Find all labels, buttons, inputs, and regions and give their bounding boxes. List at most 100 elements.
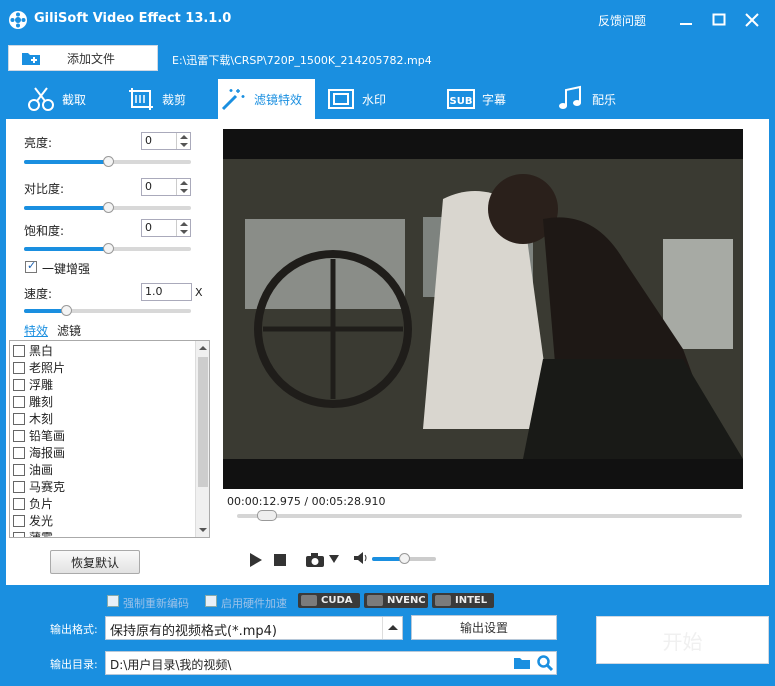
- reencode-checkbox[interactable]: [107, 595, 119, 607]
- hw-accel-checkbox[interactable]: [205, 595, 217, 607]
- effect-label: 发光: [29, 514, 54, 528]
- saturation-value: 0: [145, 221, 152, 234]
- effect-checkbox[interactable]: [13, 395, 25, 408]
- scroll-up-icon[interactable]: [199, 346, 207, 350]
- tab-filter-effects-label: 滤镜特效: [254, 92, 303, 107]
- tab-trim[interactable]: 截取: [26, 79, 116, 119]
- brightness-label: 亮度:: [24, 136, 53, 150]
- speed-slider[interactable]: [24, 305, 191, 316]
- close-icon[interactable]: [742, 10, 762, 30]
- effect-checkbox[interactable]: [13, 514, 25, 527]
- effect-checkbox[interactable]: [13, 497, 25, 510]
- effect-item[interactable]: 木刻: [13, 410, 53, 427]
- play-icon[interactable]: [249, 552, 263, 568]
- restore-defaults-button[interactable]: 恢复默认: [50, 550, 140, 574]
- add-file-button[interactable]: 添加文件: [8, 45, 158, 71]
- camera-icon[interactable]: [305, 552, 325, 568]
- effect-item[interactable]: 油画: [13, 461, 53, 478]
- effect-label: 老照片: [29, 361, 66, 375]
- effect-item[interactable]: 雕刻: [13, 393, 53, 410]
- enhance-checkbox[interactable]: [25, 259, 37, 273]
- output-settings-button[interactable]: 输出设置: [411, 615, 557, 640]
- effect-label: 薄雾: [29, 531, 54, 538]
- brightness-slider-thumb[interactable]: [102, 156, 114, 167]
- clip-icon: [28, 87, 54, 111]
- nvenc-badge: NVENC: [364, 593, 428, 608]
- effect-item[interactable]: 薄雾: [13, 529, 54, 538]
- feedback-link[interactable]: 反馈问题: [598, 12, 646, 29]
- saturation-slider-thumb[interactable]: [102, 243, 114, 254]
- effect-checkbox[interactable]: [13, 429, 25, 442]
- tab-crop[interactable]: 裁剪: [126, 79, 221, 119]
- contrast-slider[interactable]: [24, 202, 191, 213]
- output-dir-input[interactable]: D:\用户目录\我的视频\: [105, 651, 557, 675]
- search-icon[interactable]: [536, 654, 554, 672]
- scrollbar-thumb[interactable]: [198, 357, 208, 487]
- output-format-label: 输出格式:: [50, 623, 98, 636]
- effects-scrollbar[interactable]: [195, 341, 209, 537]
- effect-item[interactable]: 铅笔画: [13, 427, 65, 444]
- saturation-slider[interactable]: [24, 243, 191, 254]
- scroll-down-icon[interactable]: [199, 528, 207, 532]
- effect-item[interactable]: 马赛克: [13, 478, 65, 495]
- effect-label: 木刻: [29, 412, 54, 426]
- volume-icon[interactable]: [353, 551, 369, 565]
- saturation-stepper[interactable]: [176, 220, 190, 236]
- speed-slider-thumb[interactable]: [60, 305, 72, 316]
- add-file-label: 添加文件: [67, 51, 116, 66]
- output-format-select[interactable]: 保持原有的视频格式(*.mp4): [105, 616, 403, 640]
- svg-text:SUB: SUB: [450, 96, 473, 107]
- effect-item[interactable]: 浮雕: [13, 376, 53, 393]
- subtab-effects[interactable]: 特效: [24, 322, 48, 339]
- chevron-down-icon[interactable]: [329, 555, 339, 563]
- video-frame: [223, 129, 743, 489]
- effect-label: 雕刻: [29, 395, 54, 409]
- effect-checkbox[interactable]: [13, 480, 25, 493]
- seek-bar[interactable]: [237, 510, 742, 521]
- seek-thumb[interactable]: [257, 510, 278, 521]
- effect-checkbox[interactable]: [13, 378, 25, 391]
- brightness-value: 0: [145, 134, 152, 147]
- folder-icon[interactable]: [513, 655, 531, 671]
- brightness-slider[interactable]: [24, 156, 191, 167]
- contrast-stepper[interactable]: [176, 179, 190, 195]
- subtab-filters[interactable]: 滤镜: [57, 322, 81, 339]
- contrast-slider-thumb[interactable]: [102, 202, 114, 213]
- effect-checkbox[interactable]: [13, 446, 25, 459]
- effect-checkbox[interactable]: [13, 531, 25, 537]
- effect-item[interactable]: 老照片: [13, 359, 65, 376]
- contrast-slider-fill: [24, 206, 108, 210]
- effect-item[interactable]: 黑白: [13, 342, 53, 359]
- effect-checkbox[interactable]: [13, 412, 25, 425]
- effect-label: 铅笔画: [29, 429, 66, 443]
- dropdown-arrow-icon[interactable]: [382, 617, 402, 639]
- speed-input[interactable]: 1.0: [141, 283, 192, 301]
- contrast-value: 0: [145, 180, 152, 193]
- saturation-label: 饱和度:: [24, 224, 65, 238]
- video-preview[interactable]: [223, 129, 743, 489]
- effect-checkbox[interactable]: [13, 463, 25, 476]
- start-button[interactable]: 开始: [596, 616, 769, 664]
- effect-item[interactable]: 海报画: [13, 444, 65, 461]
- tab-watermark[interactable]: 水印: [326, 79, 421, 119]
- tab-music[interactable]: 配乐: [556, 79, 651, 119]
- brightness-spinbox[interactable]: 0: [141, 132, 191, 150]
- tab-filter-effects[interactable]: 滤镜特效: [218, 79, 315, 119]
- effect-checkbox[interactable]: [13, 344, 25, 357]
- saturation-spinbox[interactable]: 0: [141, 219, 191, 237]
- minimize-icon[interactable]: [676, 10, 696, 30]
- volume-thumb[interactable]: [399, 553, 410, 564]
- stop-icon[interactable]: [274, 554, 286, 566]
- effect-item[interactable]: 负片: [13, 495, 53, 512]
- contrast-spinbox[interactable]: 0: [141, 178, 191, 196]
- effect-checkbox[interactable]: [13, 361, 25, 374]
- maximize-icon[interactable]: [709, 10, 729, 30]
- music-icon: [559, 85, 581, 109]
- brightness-stepper[interactable]: [176, 133, 190, 149]
- effects-list[interactable]: 黑白 老照片 浮雕 雕刻 木刻 铅笔画 海报画 油画 马赛克 负片 发光 薄雾: [9, 340, 210, 538]
- tab-subtitle[interactable]: SUB 字幕: [446, 79, 546, 119]
- effect-item[interactable]: 发光: [13, 512, 53, 529]
- effect-label: 负片: [29, 497, 54, 511]
- tab-watermark-label: 水印: [362, 92, 387, 107]
- volume-slider[interactable]: [372, 553, 436, 564]
